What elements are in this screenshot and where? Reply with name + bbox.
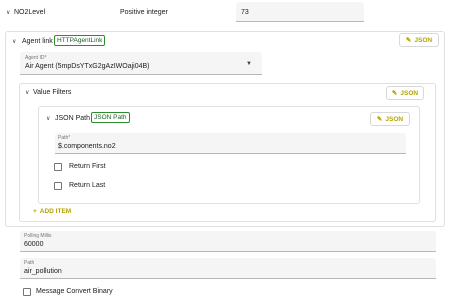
polling-millis-label: Polling Millis	[24, 233, 52, 239]
agent-id-select[interactable]: Agent ID* Air Agent (5mpDsYTxG2gAzIWOaji…	[20, 52, 262, 75]
value-filters-label: Value Filters	[33, 89, 72, 96]
chevron-down-icon[interactable]: ∨	[25, 89, 29, 96]
no2level-value: 73	[241, 9, 249, 16]
add-item-button[interactable]: + ADD ITEM	[33, 208, 71, 215]
agent-link-label: Agent link	[22, 38, 53, 45]
return-last-label: Return Last	[69, 182, 106, 189]
polling-millis-field[interactable]: Polling Millis 60000	[20, 231, 436, 252]
path-label: Path	[24, 260, 35, 266]
pencil-icon: ✎	[405, 37, 412, 44]
return-last-checkbox[interactable]	[54, 182, 62, 190]
agent-id-label: Agent ID*	[25, 55, 47, 61]
path-field[interactable]: Path air_pollution	[20, 258, 436, 279]
agent-id-value: Air Agent (5mpDsYTxG2gAzIWOaji04B)	[25, 63, 150, 70]
no2level-label: NO2Level	[14, 9, 46, 16]
message-convert-binary-label: Message Convert Binary	[36, 288, 113, 295]
json-path-field-label: Path*	[58, 135, 71, 141]
json-path-type-chip: JSON Path	[91, 112, 130, 123]
json-path-field-value: $.components.no2	[58, 143, 116, 150]
chevron-down-icon[interactable]: ∨	[12, 38, 16, 45]
polling-millis-value: 60000	[24, 241, 44, 248]
json-path-field[interactable]: Path* $.components.no2	[55, 133, 406, 154]
pencil-icon: ✎	[391, 90, 398, 97]
dropdown-arrow-icon: ▼	[246, 61, 252, 67]
agent-link-json-button[interactable]: ✎ JSON	[399, 33, 439, 47]
plus-icon: +	[33, 208, 37, 215]
chevron-down-icon[interactable]: ∨	[46, 115, 50, 122]
agent-link-type-chip: HTTPAgentLink	[54, 35, 106, 46]
json-path-label: JSON Path	[55, 115, 91, 122]
no2level-type: Positive integer	[120, 9, 168, 16]
return-first-label: Return First	[69, 163, 106, 170]
chevron-down-icon[interactable]: ∨	[6, 9, 10, 16]
value-filters-json-button[interactable]: ✎ JSON	[386, 86, 424, 100]
json-path-json-button[interactable]: ✎ JSON	[370, 112, 410, 126]
no2level-value-field[interactable]: 73	[236, 2, 364, 22]
message-convert-binary-checkbox[interactable]	[23, 288, 31, 296]
pencil-icon: ✎	[376, 116, 383, 123]
path-value: air_pollution	[24, 268, 62, 275]
return-first-checkbox[interactable]	[54, 163, 62, 171]
